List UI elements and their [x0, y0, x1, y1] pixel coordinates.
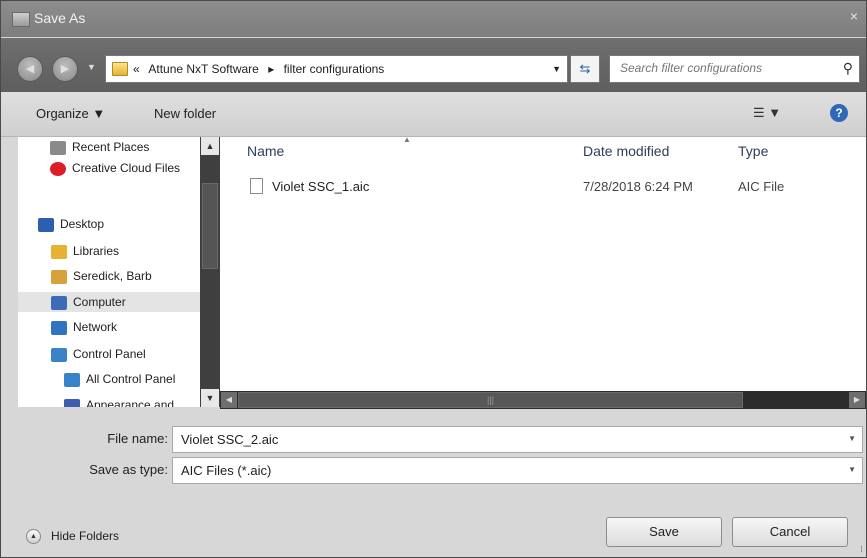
- folder-icon: [112, 62, 128, 76]
- file-list-scrollbar[interactable]: ◀ ||| ▶: [220, 391, 866, 409]
- sidebar-item-network[interactable]: Network: [51, 317, 117, 337]
- scroll-down-icon[interactable]: ▼: [201, 389, 219, 407]
- save-as-dialog: Save As × ◀ ▶ ▼ « Attune NxT Software ▸ …: [0, 0, 867, 558]
- control-panel-icon: [64, 372, 80, 387]
- file-name-label: File name:: [107, 431, 168, 446]
- sidebar-item-appearance[interactable]: Appearance and: [64, 395, 174, 407]
- sidebar-item-recent-places[interactable]: Recent Places: [50, 137, 149, 157]
- address-dropdown-icon[interactable]: ▼: [552, 64, 561, 74]
- sidebar-item-creative-cloud[interactable]: Creative Cloud Files: [50, 158, 180, 178]
- sidebar-item-control-panel[interactable]: Control Panel: [51, 344, 146, 364]
- scroll-thumb[interactable]: [202, 183, 218, 269]
- breadcrumb-item[interactable]: filter configurations: [284, 62, 385, 76]
- sidebar-item-all-control-panel[interactable]: All Control Panel: [64, 369, 175, 389]
- breadcrumb: « Attune NxT Software ▸ filter configura…: [133, 62, 390, 76]
- computer-icon: [51, 295, 67, 310]
- scroll-thumb[interactable]: |||: [238, 392, 743, 408]
- navigation-pane: Recent Places Creative Cloud Files Deskt…: [18, 137, 200, 407]
- desktop-icon: [38, 217, 54, 232]
- back-arrow-icon: ◀: [25, 63, 35, 75]
- sidebar-item-label: Creative Cloud Files: [72, 161, 181, 175]
- appearance-icon: [64, 398, 80, 407]
- resize-grip-icon[interactable]: ⁝: [860, 544, 863, 555]
- change-view-icon[interactable]: ☰ ▼: [753, 105, 781, 121]
- sidebar-item-label: Appearance and: [86, 398, 175, 407]
- back-button[interactable]: ◀: [17, 56, 43, 82]
- sidebar-item-libraries[interactable]: Libraries: [51, 241, 119, 261]
- help-icon[interactable]: ?: [830, 104, 848, 122]
- search-input[interactable]: [618, 60, 822, 76]
- save-button[interactable]: Save: [606, 517, 722, 547]
- address-box[interactable]: « Attune NxT Software ▸ filter configura…: [105, 55, 568, 83]
- sidebar-item-computer[interactable]: Computer: [18, 292, 200, 312]
- scroll-right-icon[interactable]: ▶: [849, 392, 865, 408]
- sidebar-item-label: Computer: [73, 295, 126, 309]
- hide-folders-button[interactable]: ▲ Hide Folders: [26, 529, 120, 545]
- chevron-down-icon[interactable]: ▼: [848, 434, 856, 443]
- hide-folders-label: Hide Folders: [51, 529, 120, 543]
- column-header-date[interactable]: Date modified: [583, 143, 669, 159]
- chevron-down-icon[interactable]: ▼: [848, 465, 856, 474]
- libraries-icon: [51, 244, 67, 259]
- close-icon[interactable]: ×: [850, 8, 858, 24]
- scroll-left-icon[interactable]: ◀: [221, 392, 237, 408]
- file-icon: [250, 178, 263, 194]
- sidebar-item-label: Desktop: [60, 217, 105, 231]
- control-panel-icon: [51, 347, 67, 362]
- save-type-label: Save as type:: [89, 462, 168, 477]
- refresh-button[interactable]: ⇆: [570, 55, 600, 83]
- title-bar[interactable]: Save As ×: [1, 1, 866, 37]
- app-icon: [12, 12, 30, 27]
- save-type-select[interactable]: ▼: [172, 457, 863, 484]
- file-date: 7/28/2018 6:24 PM: [583, 179, 693, 194]
- column-header-type[interactable]: Type: [738, 143, 768, 159]
- file-name-input[interactable]: [179, 431, 823, 448]
- sort-ascending-icon: ▲: [403, 135, 411, 144]
- file-list: Name ▲ Date modified Type Violet SSC_1.a…: [220, 135, 866, 391]
- sidebar-item-label: Libraries: [73, 244, 120, 258]
- breadcrumb-separator-icon[interactable]: ▸: [268, 62, 274, 76]
- search-box[interactable]: ⚲: [609, 55, 860, 83]
- sidebar-item-user[interactable]: Seredick, Barb: [51, 266, 152, 286]
- recent-places-icon: [50, 140, 66, 155]
- forward-button[interactable]: ▶: [52, 56, 78, 82]
- file-type: AIC File: [738, 179, 785, 194]
- sidebar-item-label: Recent Places: [72, 140, 150, 154]
- user-folder-icon: [51, 269, 67, 284]
- forward-arrow-icon: ▶: [60, 63, 70, 75]
- cancel-button[interactable]: Cancel: [732, 517, 848, 547]
- breadcrumb-overflow[interactable]: «: [133, 62, 140, 76]
- save-type-value[interactable]: [179, 462, 823, 479]
- recent-locations-dropdown[interactable]: ▼: [87, 62, 96, 72]
- network-icon: [51, 320, 67, 335]
- sidebar-item-desktop[interactable]: Desktop: [38, 214, 104, 234]
- sidebar-item-label: Seredick, Barb: [73, 269, 152, 283]
- file-row[interactable]: Violet SSC_1.aic 7/28/2018 6:24 PM AIC F…: [220, 175, 866, 199]
- file-name: Violet SSC_1.aic: [272, 179, 370, 194]
- sidebar-item-label: Control Panel: [73, 347, 146, 361]
- breadcrumb-item[interactable]: Attune NxT Software: [148, 62, 259, 76]
- address-bar-row: ◀ ▶ ▼ « Attune NxT Software ▸ filter con…: [1, 38, 866, 92]
- chevron-up-icon: ▲: [26, 529, 41, 545]
- search-icon[interactable]: ⚲: [843, 60, 853, 77]
- sidebar-item-label: All Control Panel: [86, 372, 176, 386]
- creative-cloud-icon: [50, 161, 66, 176]
- sidebar-item-label: Network: [73, 320, 118, 334]
- file-name-field[interactable]: ▼: [172, 426, 863, 453]
- navigation-scrollbar[interactable]: ▲ ▼: [200, 137, 220, 407]
- command-bar: Organize ▼ New folder ☰ ▼ ?: [1, 92, 866, 137]
- window-title: Save As: [34, 10, 86, 26]
- scroll-up-icon[interactable]: ▲: [201, 137, 219, 155]
- organize-menu[interactable]: Organize ▼: [36, 106, 105, 121]
- new-folder-button[interactable]: New folder: [154, 106, 216, 121]
- column-header-name[interactable]: Name: [247, 143, 284, 159]
- column-header-label: Name: [247, 143, 285, 159]
